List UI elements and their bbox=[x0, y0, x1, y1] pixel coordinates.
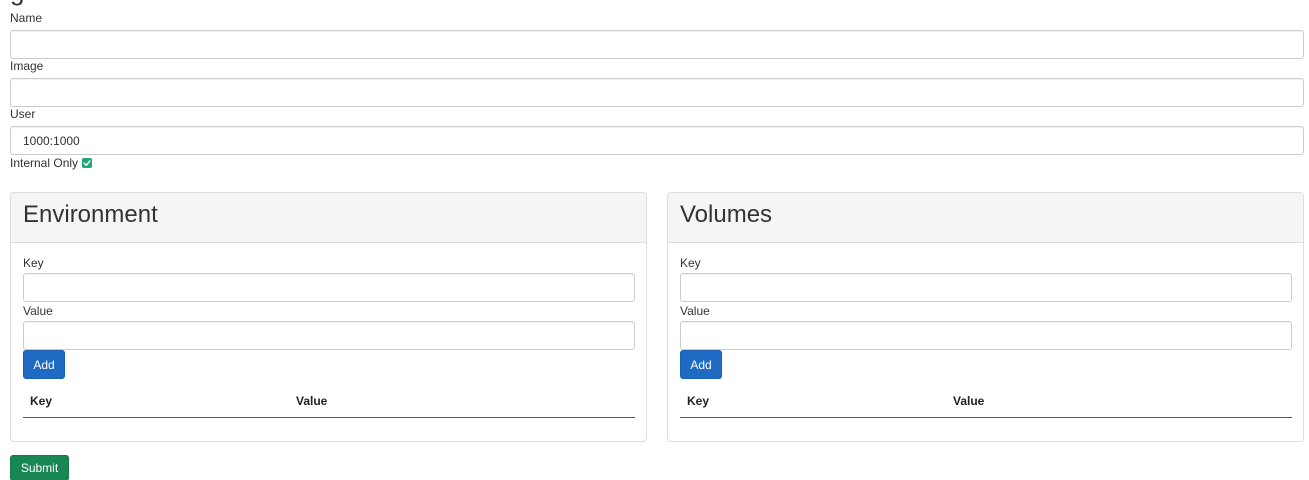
volumes-key-input[interactable] bbox=[680, 273, 1292, 302]
volumes-title: Volumes bbox=[680, 201, 773, 228]
volumes-value-label: Value bbox=[680, 304, 710, 318]
environment-panel-heading: Environment bbox=[11, 193, 646, 243]
volumes-key-label: Key bbox=[680, 256, 701, 270]
environment-panel: Environment Key Value Add Key Value bbox=[10, 192, 647, 442]
volumes-table-header-value: Value bbox=[953, 394, 985, 408]
volumes-table: Key Value bbox=[680, 389, 1292, 418]
create-container-form-page: g Name Image User Internal Only Environm… bbox=[0, 0, 1309, 480]
environment-table: Key Value bbox=[23, 389, 635, 418]
environment-value-label: Value bbox=[23, 304, 53, 318]
environment-title: Environment bbox=[23, 201, 158, 228]
internal-only-row: Internal Only bbox=[10, 155, 93, 171]
internal-only-label: Internal Only bbox=[10, 156, 79, 170]
environment-add-button[interactable]: Add bbox=[23, 350, 65, 379]
volumes-panel-heading: Volumes bbox=[668, 193, 1303, 243]
volumes-value-input[interactable] bbox=[680, 321, 1292, 350]
environment-key-label: Key bbox=[23, 256, 44, 270]
environment-key-input[interactable] bbox=[23, 273, 635, 302]
name-input[interactable] bbox=[10, 30, 1304, 59]
user-label: User bbox=[10, 107, 36, 121]
checkmark-icon bbox=[83, 160, 91, 166]
volumes-table-header-key: Key bbox=[687, 394, 710, 408]
page-title: g bbox=[10, 0, 24, 4]
volumes-add-button[interactable]: Add bbox=[680, 350, 722, 379]
image-input[interactable] bbox=[10, 78, 1304, 107]
internal-only-checkbox[interactable] bbox=[82, 158, 93, 168]
environment-table-header-value: Value bbox=[296, 394, 328, 408]
image-label: Image bbox=[10, 59, 44, 73]
environment-value-input[interactable] bbox=[23, 321, 635, 350]
volumes-panel: Volumes Key Value Add Key Value bbox=[667, 192, 1304, 442]
environment-table-header-key: Key bbox=[30, 394, 53, 408]
submit-button[interactable]: Submit bbox=[10, 455, 69, 480]
user-input[interactable] bbox=[10, 126, 1304, 155]
name-label: Name bbox=[10, 11, 43, 25]
